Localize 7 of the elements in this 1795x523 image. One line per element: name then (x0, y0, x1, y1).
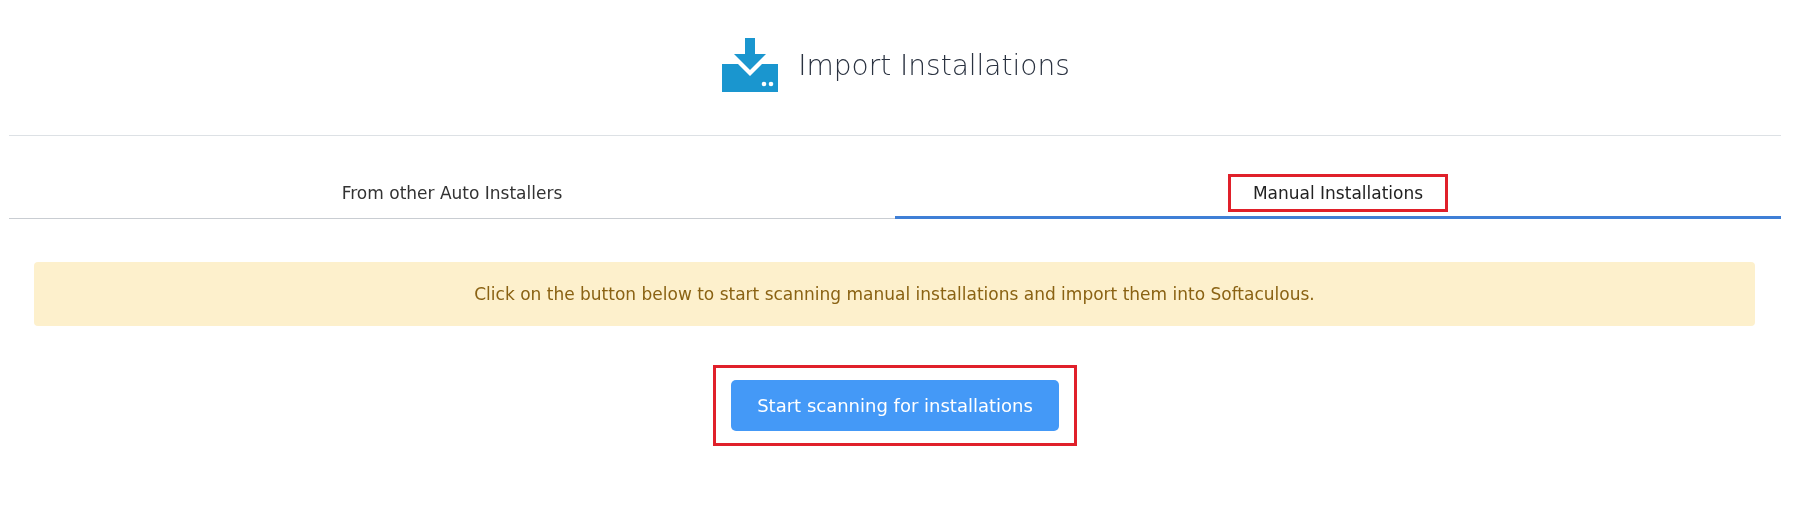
tab-label: From other Auto Installers (340, 181, 564, 205)
notice-banner: Click on the button below to start scanning manual installations and import them into Softaculous. (34, 262, 1755, 326)
download-tray-icon (720, 37, 781, 94)
tab[interactable]: Manual Installations (895, 169, 1781, 219)
tab[interactable]: From other Auto Installers (9, 169, 895, 219)
highlighted-tab-label: Manual Installations (1230, 176, 1446, 209)
page-title: Import Installations (798, 49, 1070, 82)
